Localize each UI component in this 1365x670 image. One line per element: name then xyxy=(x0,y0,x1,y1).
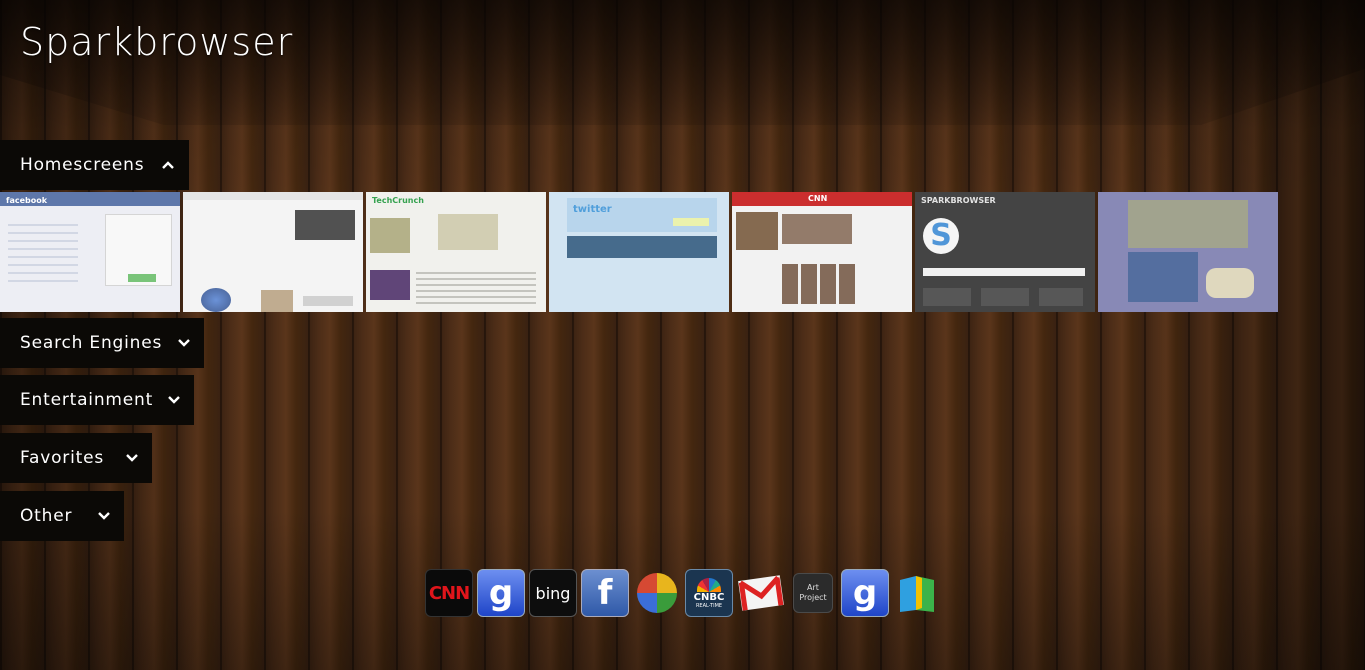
section-label: Search Engines xyxy=(20,333,163,353)
homescreen-thumb-google[interactable] xyxy=(183,192,363,312)
homescreen-thumb-facebook[interactable]: facebook xyxy=(0,192,180,312)
homescreen-thumb-sparkbrowser[interactable]: SPARKBROWSER S xyxy=(915,192,1095,312)
section-other-header[interactable]: Other xyxy=(0,491,124,541)
section-label: Favorites xyxy=(20,448,104,468)
app-dock: CNN g bing f CNBC REAL-TIME Art Project … xyxy=(425,569,941,617)
homescreen-thumb-cnn[interactable]: CNN xyxy=(732,192,912,312)
facebook-icon[interactable]: f xyxy=(581,569,629,617)
google-buzz-icon[interactable] xyxy=(633,569,681,617)
chevron-down-icon xyxy=(166,392,182,408)
bing-icon[interactable]: bing xyxy=(529,569,577,617)
google-books-icon[interactable] xyxy=(893,569,941,617)
chevron-down-icon xyxy=(124,450,140,466)
section-homescreens-header[interactable]: Homescreens xyxy=(0,140,189,190)
homescreen-thumb-blog[interactable] xyxy=(1098,192,1278,312)
cnn-icon[interactable]: CNN xyxy=(425,569,473,617)
google-search-icon[interactable]: g xyxy=(477,569,525,617)
app-title: Sparkbrowser xyxy=(20,20,294,64)
google-search-icon[interactable]: g xyxy=(841,569,889,617)
homescreens-thumbnails: facebook TechCrunch twitter CNN SPARKBRO… xyxy=(0,192,1278,312)
section-label: Entertainment xyxy=(20,390,154,410)
section-label: Homescreens xyxy=(20,155,145,175)
chevron-down-icon xyxy=(96,508,112,524)
chevron-up-icon xyxy=(160,157,176,173)
section-favorites-header[interactable]: Favorites xyxy=(0,433,152,483)
section-entertainment-header[interactable]: Entertainment xyxy=(0,375,194,425)
section-label: Other xyxy=(20,506,73,526)
gmail-icon[interactable] xyxy=(737,569,785,617)
art-project-icon[interactable]: Art Project xyxy=(793,573,833,613)
homescreen-thumb-techcrunch[interactable]: TechCrunch xyxy=(366,192,546,312)
chevron-down-icon xyxy=(176,335,192,351)
section-search-engines-header[interactable]: Search Engines xyxy=(0,318,204,368)
homescreen-thumb-twitter[interactable]: twitter xyxy=(549,192,729,312)
cnbc-icon[interactable]: CNBC REAL-TIME xyxy=(685,569,733,617)
